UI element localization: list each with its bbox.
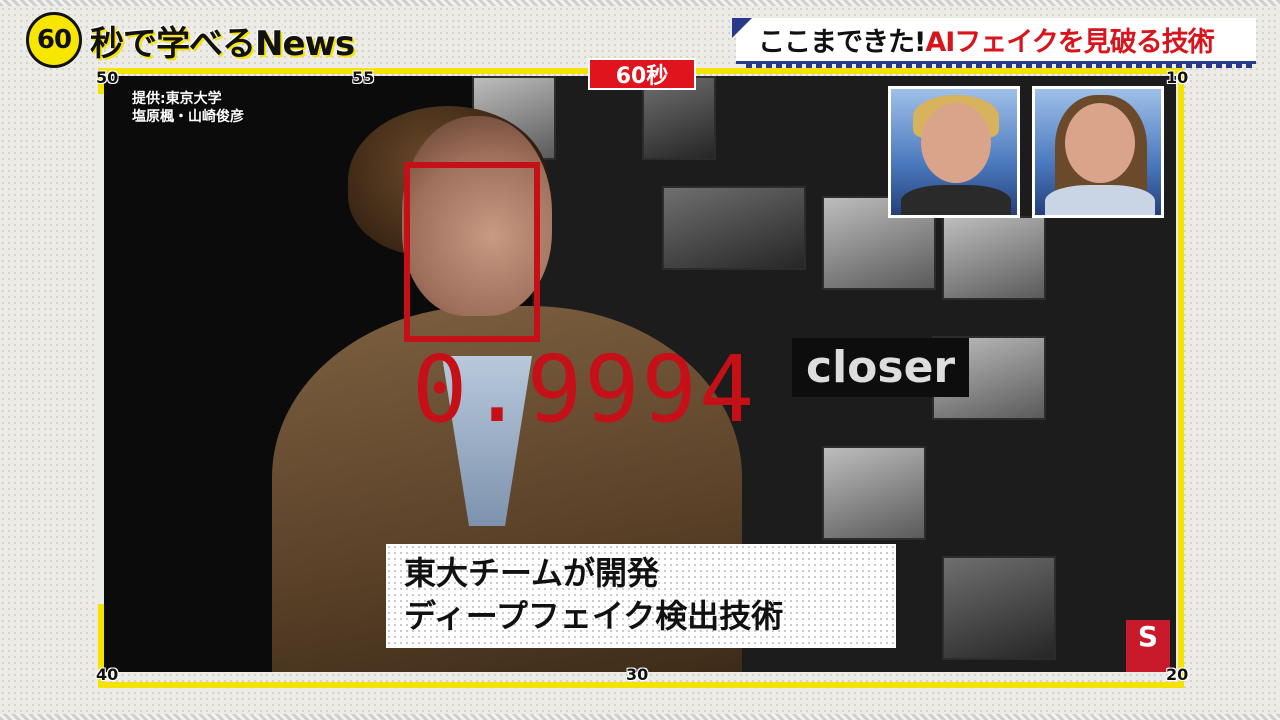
timer-badge: 60秒 bbox=[588, 58, 696, 90]
timer-tick-20: 20 bbox=[1166, 665, 1189, 684]
bottom-hatch-strip bbox=[0, 714, 1280, 720]
studio-inset-presenter bbox=[888, 86, 1020, 218]
timer-tick-40: 40 bbox=[96, 665, 119, 684]
timer-tick-55: 55 bbox=[352, 68, 375, 87]
timer-frame-progress-gap bbox=[98, 94, 104, 604]
program-logo: 60 秒で学べるNews bbox=[26, 10, 355, 70]
program-logo-badge: 60 bbox=[26, 12, 82, 68]
announcer-face bbox=[1065, 103, 1135, 183]
studio-inset-announcer bbox=[1032, 86, 1164, 218]
studio-insets bbox=[888, 86, 1166, 218]
top-hatch-strip bbox=[0, 0, 1280, 6]
topic-prefix: ここまできた! bbox=[758, 27, 926, 58]
announcer-body bbox=[1045, 185, 1155, 215]
timer-tick-10: 10 bbox=[1166, 68, 1189, 87]
program-logo-title: 秒で学べるNews bbox=[90, 23, 355, 64]
topic-banner: ここまできた! AIフェイクを見破る技術 bbox=[732, 18, 1256, 64]
presenter-face bbox=[921, 103, 991, 183]
topic-highlight: AIフェイクを見破る技術 bbox=[925, 27, 1214, 58]
timer-tick-30: 30 bbox=[626, 665, 649, 684]
presenter-body bbox=[901, 185, 1011, 215]
timer-tick-50: 50 bbox=[96, 68, 119, 87]
